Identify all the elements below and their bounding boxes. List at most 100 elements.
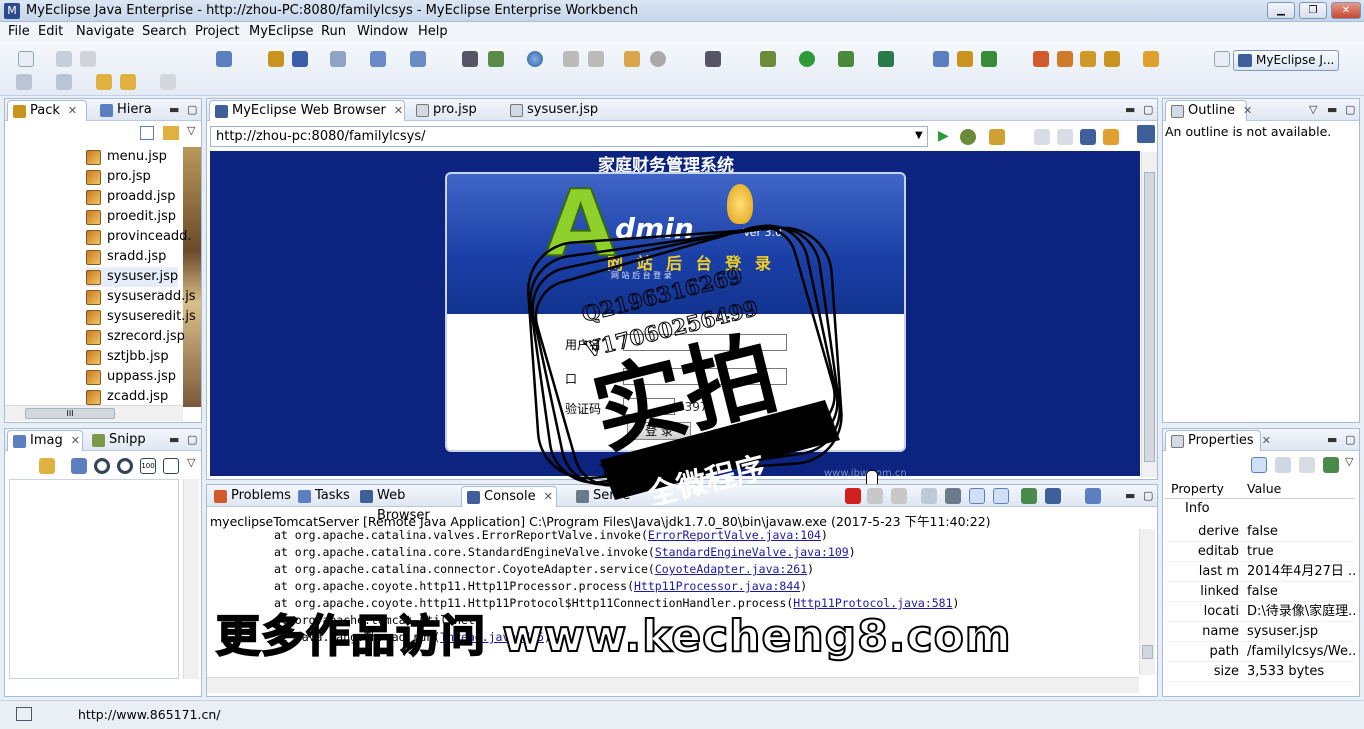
pin-console-icon[interactable] bbox=[1021, 488, 1037, 504]
view-menu-icon[interactable]: ▽ bbox=[187, 124, 195, 137]
class-icon[interactable] bbox=[488, 51, 504, 67]
print-icon[interactable] bbox=[80, 51, 96, 67]
scroll-thumb[interactable]: III bbox=[25, 408, 115, 419]
close-tab-icon[interactable]: ✕ bbox=[71, 434, 80, 447]
url-dropdown-icon[interactable]: ▼ bbox=[915, 130, 923, 141]
menu-file[interactable]: File bbox=[8, 24, 30, 39]
property-row[interactable]: path/familylcsys/We... bbox=[1165, 642, 1355, 662]
zoom-out-icon[interactable] bbox=[94, 458, 110, 474]
tab-package-explorer[interactable]: Pack ✕ bbox=[7, 100, 87, 121]
list-item[interactable]: proadd.jsp bbox=[86, 187, 176, 207]
source-link[interactable]: ErrorReportValve.java:104 bbox=[648, 528, 821, 542]
maximize-icon[interactable]: ▢ bbox=[1345, 433, 1355, 446]
zoom-in-icon[interactable] bbox=[117, 458, 133, 474]
property-row[interactable]: linked false bbox=[1165, 582, 1355, 602]
menu-run[interactable]: Run bbox=[321, 24, 346, 39]
list-item-selected[interactable]: sysuser.jsp bbox=[86, 267, 179, 287]
tab-console[interactable]: Console ✕ bbox=[461, 486, 557, 507]
external-tools-icon[interactable] bbox=[878, 51, 894, 67]
list-item[interactable]: szrecord.jsp bbox=[86, 327, 185, 347]
show-stdout-icon[interactable] bbox=[969, 488, 985, 504]
new-package-icon[interactable] bbox=[957, 51, 973, 67]
favorites-icon[interactable] bbox=[989, 129, 1005, 145]
close-tab-icon[interactable]: ✕ bbox=[68, 104, 77, 117]
tab-pro-jsp[interactable]: pro.jsp bbox=[411, 100, 501, 121]
menu-search[interactable]: Search bbox=[142, 24, 187, 39]
captcha-input[interactable] bbox=[623, 398, 675, 415]
tab-image[interactable]: Imag ✕ bbox=[7, 430, 83, 451]
open-console-icon[interactable] bbox=[1085, 488, 1101, 504]
categories-icon[interactable] bbox=[1251, 457, 1267, 473]
open-perspective-icon[interactable] bbox=[1214, 51, 1230, 67]
new-icon[interactable] bbox=[18, 51, 34, 67]
horizontal-scrollbar[interactable]: III bbox=[5, 405, 183, 421]
hierarchy-icon[interactable] bbox=[462, 51, 478, 67]
minimize-icon[interactable]: ▬ bbox=[169, 103, 179, 116]
new-class-icon[interactable] bbox=[933, 51, 949, 67]
refresh-icon[interactable] bbox=[981, 51, 997, 67]
open-folder-icon[interactable] bbox=[1033, 51, 1049, 67]
property-row[interactable]: name sysuser.jsp bbox=[1165, 622, 1355, 642]
remove-all-icon[interactable] bbox=[891, 488, 907, 504]
scroll-thumb[interactable] bbox=[1144, 172, 1155, 462]
tab-servers[interactable]: Serve bbox=[571, 486, 641, 507]
console-vertical-scrollbar[interactable] bbox=[1139, 529, 1155, 675]
property-row[interactable]: size 3,533 bytes bbox=[1165, 662, 1355, 682]
launch-icon[interactable] bbox=[370, 51, 386, 67]
tab-tasks[interactable]: Tasks bbox=[293, 486, 355, 507]
maximize-window-button[interactable]: ❐ bbox=[1299, 2, 1327, 19]
minimize-window-button[interactable]: ▁ bbox=[1267, 2, 1295, 19]
property-row[interactable]: derive false bbox=[1165, 522, 1355, 542]
username-input[interactable] bbox=[623, 334, 787, 351]
remove-launch-icon[interactable] bbox=[867, 488, 883, 504]
maximize-icon[interactable]: ▢ bbox=[1143, 489, 1153, 502]
save-icon[interactable] bbox=[56, 51, 72, 67]
close-window-button[interactable]: ✕ bbox=[1331, 2, 1361, 19]
menu-edit[interactable]: Edit bbox=[38, 24, 63, 39]
minimize-icon[interactable]: ▬ bbox=[169, 433, 179, 446]
perspective-button[interactable]: MyEclipse J... bbox=[1233, 50, 1339, 71]
maximize-icon[interactable]: ▢ bbox=[1143, 103, 1153, 116]
list-item[interactable]: sradd.jsp bbox=[86, 247, 166, 267]
menu-project[interactable]: Project bbox=[195, 24, 239, 39]
list-item[interactable]: proedit.jsp bbox=[86, 207, 176, 227]
property-row[interactable]: locati D:\待录像\家庭理... bbox=[1165, 602, 1355, 622]
tab-hierarchy[interactable]: Hiera bbox=[95, 100, 165, 121]
back-arrow-icon[interactable] bbox=[120, 74, 136, 90]
source-link[interactable]: StandardEngineValve.java:109 bbox=[655, 545, 849, 559]
terminate-icon[interactable] bbox=[845, 488, 861, 504]
tab-web-browser[interactable]: MyEclipse Web Browser ✕ bbox=[209, 100, 405, 121]
globe-icon[interactable] bbox=[527, 51, 543, 67]
maximize-icon[interactable]: ▢ bbox=[1345, 103, 1355, 116]
minimize-icon[interactable]: ▬ bbox=[1125, 489, 1135, 502]
close-tab-icon[interactable]: ✕ bbox=[1262, 434, 1271, 447]
scroll-lock-icon[interactable] bbox=[945, 488, 961, 504]
browser-settings-icon[interactable] bbox=[1137, 125, 1155, 143]
actual-size-icon[interactable]: 100 bbox=[140, 458, 156, 474]
property-row[interactable]: editab true bbox=[1165, 542, 1355, 562]
console-horizontal-scrollbar[interactable] bbox=[207, 677, 1139, 693]
source-link[interactable]: Http11Processor.java:844 bbox=[634, 579, 800, 593]
gear-icon[interactable] bbox=[650, 51, 666, 67]
show-stderr-icon[interactable] bbox=[993, 488, 1009, 504]
forward-icon[interactable] bbox=[1057, 129, 1073, 145]
list-item[interactable]: pro.jsp bbox=[86, 167, 151, 187]
list-item[interactable]: sztjbb.jsp bbox=[86, 347, 169, 367]
debug-icon[interactable] bbox=[760, 51, 776, 67]
tab-properties[interactable]: Properties ✕ bbox=[1165, 430, 1271, 451]
forward-arrow-icon[interactable] bbox=[160, 74, 176, 90]
property-row[interactable]: last m 2014年4月27日 ... bbox=[1165, 562, 1355, 582]
view-menu-icon[interactable]: ▽ bbox=[1345, 455, 1353, 468]
new-project-icon[interactable] bbox=[216, 51, 232, 67]
stop-icon[interactable] bbox=[1080, 129, 1096, 145]
tab-sysuser-jsp[interactable]: sysuser.jsp bbox=[505, 100, 615, 121]
minimize-icon[interactable]: ▬ bbox=[1327, 103, 1337, 116]
list-item[interactable]: uppass.jsp bbox=[86, 367, 176, 387]
browser-vertical-scrollbar[interactable] bbox=[1141, 152, 1157, 477]
back-icon[interactable] bbox=[1034, 129, 1050, 145]
image-tool-icon[interactable] bbox=[71, 458, 87, 474]
collapse-all-icon[interactable] bbox=[140, 126, 154, 140]
advanced-icon[interactable] bbox=[1275, 457, 1291, 473]
link-editor-icon[interactable] bbox=[163, 126, 179, 140]
open-type-icon[interactable] bbox=[1143, 51, 1159, 67]
